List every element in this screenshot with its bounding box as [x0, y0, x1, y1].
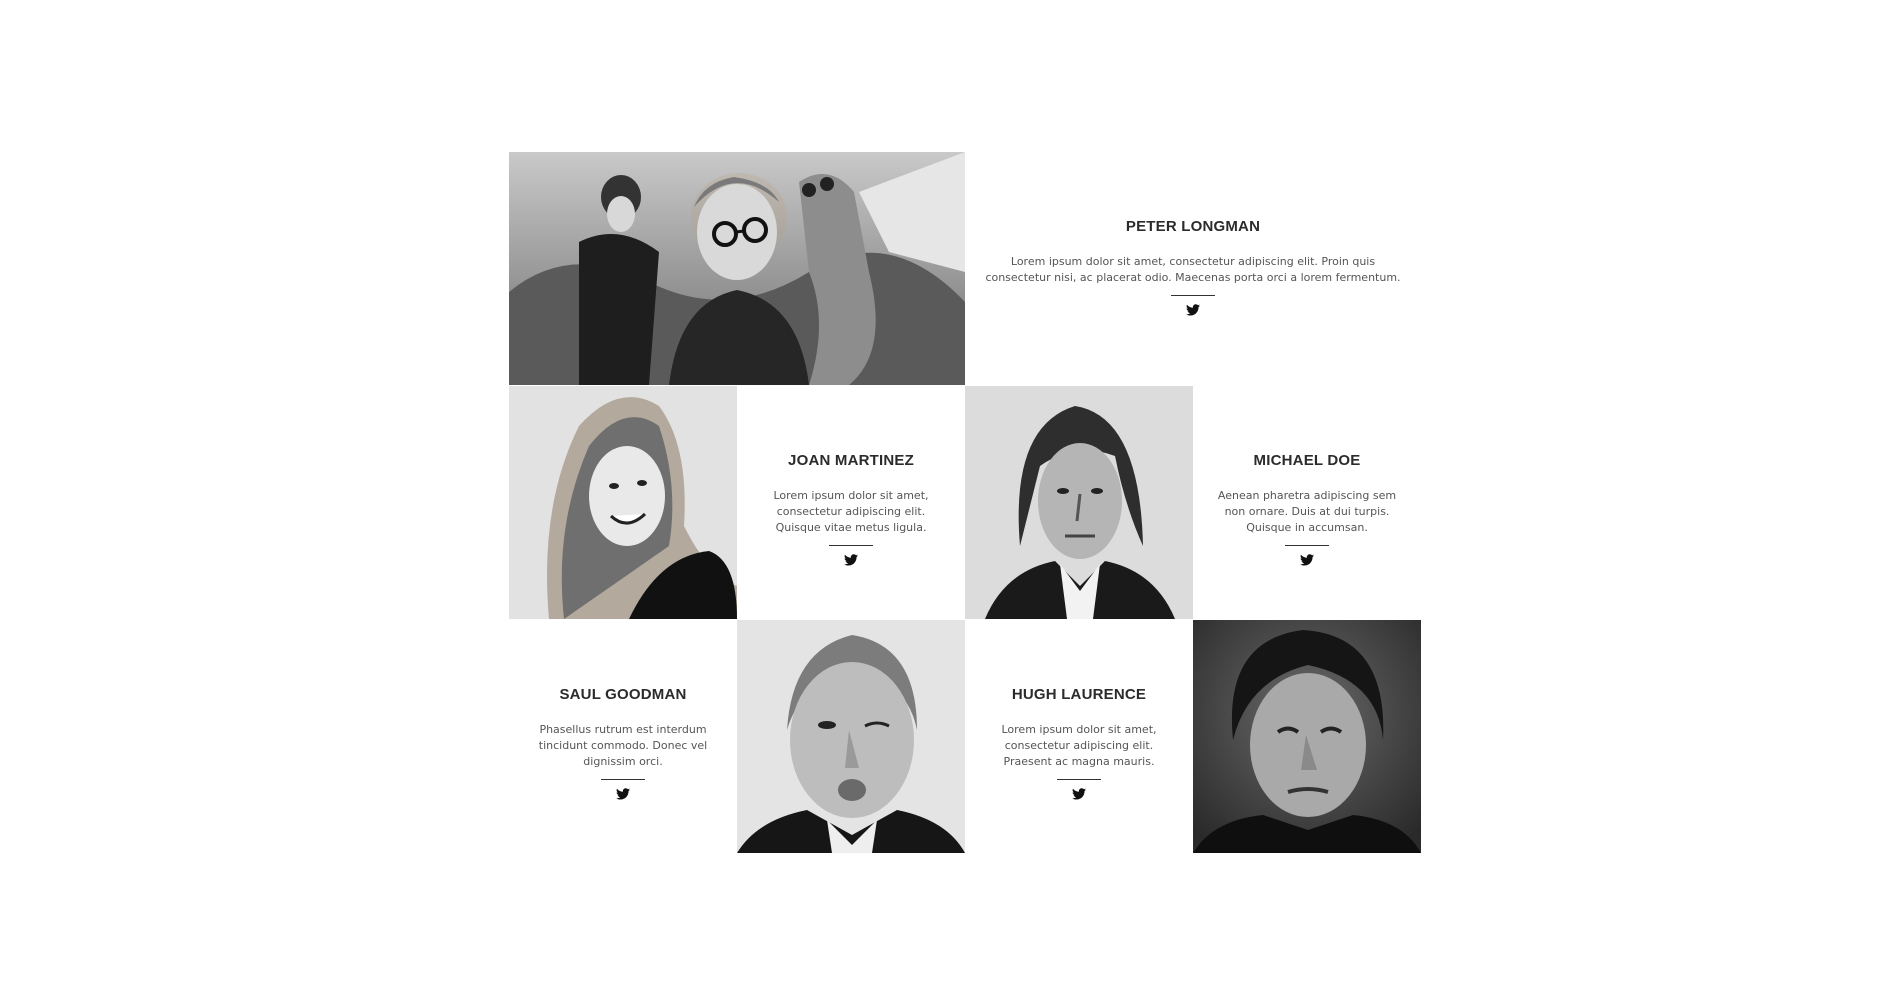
member-bio: Lorem ipsum dolor sit amet, consectetur … [773, 489, 929, 534]
twitter-icon[interactable] [844, 554, 858, 566]
member-photo-saul-goodman [737, 620, 965, 853]
portrait-man-long-hair [965, 386, 1193, 619]
portrait-smiling-woman-long-hair [509, 386, 737, 619]
portrait-man-curly-hair-grimace [1193, 620, 1421, 853]
twitter-icon[interactable] [1300, 554, 1314, 566]
member-name: PETER LONGMAN [1125, 218, 1261, 235]
team-grid: PETER LONGMAN Lorem ipsum dolor sit amet… [509, 152, 1421, 853]
member-card-michael-doe: MICHAEL DOE Aenean pharetra adipiscing s… [1193, 386, 1421, 619]
member-bio: Lorem ipsum dolor sit amet, consectetur … [1001, 723, 1157, 768]
divider [829, 545, 873, 546]
member-bio: Lorem ipsum dolor sit amet, consectetur … [985, 255, 1401, 284]
divider [1057, 779, 1101, 780]
member-photo-peter-longman [509, 152, 965, 385]
member-photo-joan-martinez [509, 386, 737, 619]
member-name: HUGH LAURENCE [1011, 686, 1147, 703]
portrait-man-with-glasses-and-puppets [509, 152, 965, 385]
member-photo-hugh-laurence [1193, 620, 1421, 853]
member-bio: Aenean pharetra adipiscing sem non ornar… [1217, 489, 1397, 534]
divider [601, 779, 645, 780]
member-name: JOAN MARTINEZ [788, 452, 914, 469]
member-card-peter-longman: PETER LONGMAN Lorem ipsum dolor sit amet… [965, 152, 1421, 385]
member-name: SAUL GOODMAN [559, 686, 687, 703]
member-card-saul-goodman: SAUL GOODMAN Phasellus rutrum est interd… [509, 620, 737, 853]
member-card-hugh-laurence: HUGH LAURENCE Lorem ipsum dolor sit amet… [965, 620, 1193, 853]
twitter-icon[interactable] [1072, 788, 1086, 800]
member-name: MICHAEL DOE [1253, 452, 1361, 469]
portrait-older-man-winking [737, 620, 965, 853]
member-card-joan-martinez: JOAN MARTINEZ Lorem ipsum dolor sit amet… [737, 386, 965, 619]
divider [1171, 295, 1215, 296]
twitter-icon[interactable] [616, 788, 630, 800]
divider [1285, 545, 1329, 546]
member-photo-michael-doe [965, 386, 1193, 619]
member-bio: Phasellus rutrum est interdum tincidunt … [538, 723, 708, 768]
twitter-icon[interactable] [1186, 304, 1200, 316]
